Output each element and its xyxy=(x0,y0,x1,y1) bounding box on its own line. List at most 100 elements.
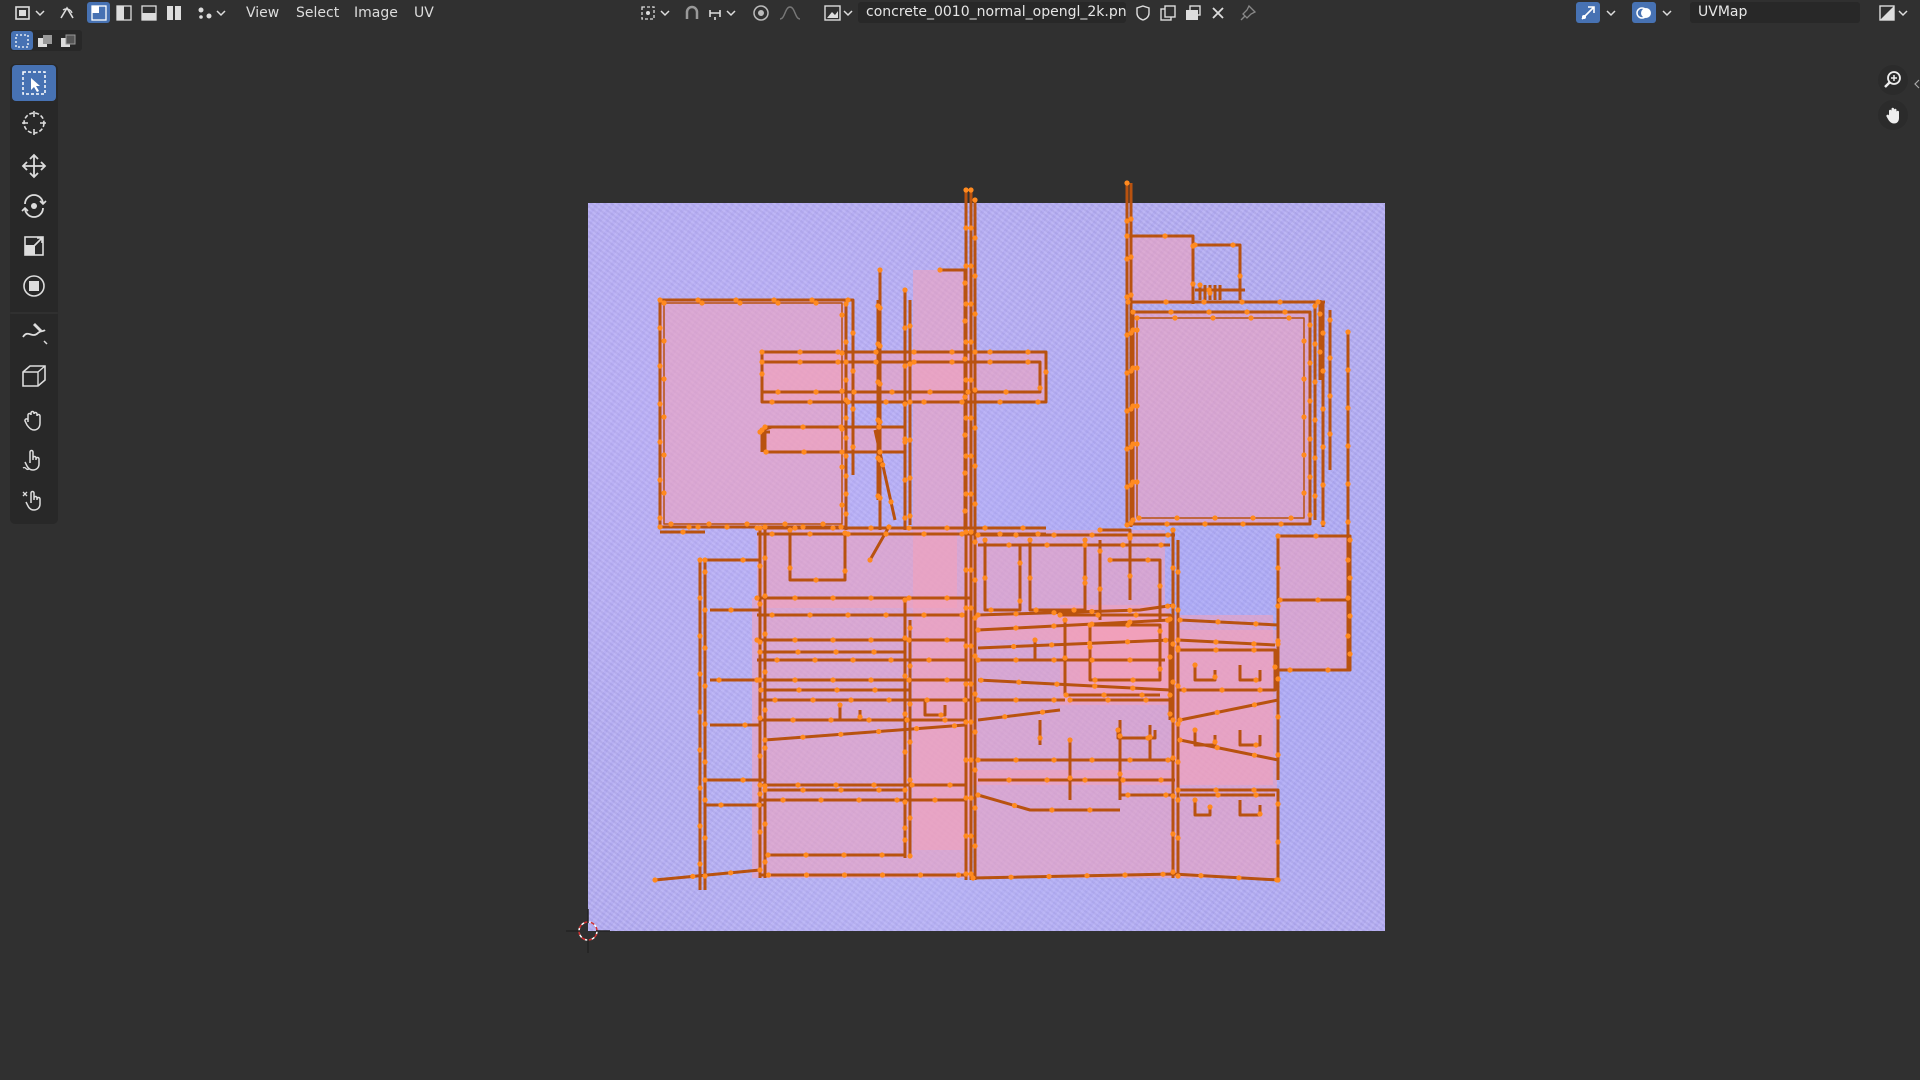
uv-vertex[interactable] xyxy=(759,359,765,365)
uv-vertex[interactable] xyxy=(932,797,938,803)
uv-vertex[interactable] xyxy=(978,677,984,683)
uv-vertex[interactable] xyxy=(838,524,844,530)
uv-vertex[interactable] xyxy=(1130,677,1136,683)
uv-vertex[interactable] xyxy=(1037,735,1043,741)
uv-vertex[interactable] xyxy=(1125,639,1131,645)
uv-vertex[interactable] xyxy=(975,657,981,663)
uv-vertex[interactable] xyxy=(907,663,913,669)
uv-vertex[interactable] xyxy=(1175,637,1181,643)
uv-vertex[interactable] xyxy=(754,595,760,601)
uv-vertex[interactable] xyxy=(1115,727,1121,733)
uv-vertex[interactable] xyxy=(697,861,703,867)
uv-vertex[interactable] xyxy=(894,797,900,803)
uv-vertex[interactable] xyxy=(843,491,849,497)
uv-vertex[interactable] xyxy=(997,399,1003,405)
uv-vertex[interactable] xyxy=(963,871,969,877)
uv-vertex[interactable] xyxy=(962,280,968,286)
uv-vertex[interactable] xyxy=(1312,493,1318,499)
uv-vertex[interactable] xyxy=(1239,299,1245,305)
uv-vertex[interactable] xyxy=(937,267,943,273)
uv-vertex[interactable] xyxy=(1345,519,1351,525)
uv-vertex[interactable] xyxy=(1067,697,1073,703)
uv-vertex[interactable] xyxy=(1275,676,1281,682)
uv-vertex[interactable] xyxy=(972,235,978,241)
uv-vertex[interactable] xyxy=(848,697,854,703)
uv-vertex[interactable] xyxy=(1230,242,1236,248)
uv-vertex[interactable] xyxy=(1175,647,1181,653)
uv-vertex[interactable] xyxy=(1017,598,1023,604)
uv-vertex[interactable] xyxy=(843,397,849,403)
uv-vertex[interactable] xyxy=(792,595,798,601)
uv-vertex[interactable] xyxy=(1192,662,1198,668)
uv-vertex[interactable] xyxy=(1082,777,1088,783)
uv-vertex[interactable] xyxy=(839,502,845,508)
uv-vertex[interactable] xyxy=(1097,548,1103,554)
uv-vertex[interactable] xyxy=(1170,793,1176,799)
uv-vertex[interactable] xyxy=(1202,521,1208,527)
uv-vertex[interactable] xyxy=(963,795,969,801)
uv-vertex[interactable] xyxy=(1170,565,1176,571)
uv-vertex[interactable] xyxy=(1051,623,1057,629)
uv-vertex[interactable] xyxy=(757,525,763,531)
uv-vertex[interactable] xyxy=(800,734,806,740)
uv-vertex[interactable] xyxy=(807,612,813,618)
uv-vertex[interactable] xyxy=(818,797,824,803)
uv-vertex[interactable] xyxy=(1158,542,1164,548)
uv-vertex[interactable] xyxy=(1049,807,1055,813)
uv-vertex[interactable] xyxy=(1120,542,1126,548)
uv-vertex[interactable] xyxy=(972,425,978,431)
uv-vertex[interactable] xyxy=(917,872,924,878)
uv-vertex[interactable] xyxy=(1307,322,1313,328)
uv-vertex[interactable] xyxy=(907,399,913,405)
uv-vertex[interactable] xyxy=(868,637,874,643)
uv-vertex[interactable] xyxy=(947,782,953,788)
uv-vertex[interactable] xyxy=(697,595,703,601)
uv-vertex[interactable] xyxy=(1307,512,1313,518)
uv-vertex[interactable] xyxy=(1160,871,1166,877)
uv-vertex[interactable] xyxy=(963,567,969,573)
uv-vertex[interactable] xyxy=(807,399,813,405)
uv-vertex[interactable] xyxy=(702,797,708,803)
uv-vertex[interactable] xyxy=(1219,687,1225,693)
uv-vertex[interactable] xyxy=(1325,667,1331,673)
uv-vertex[interactable] xyxy=(968,643,974,649)
uv-vertex[interactable] xyxy=(1124,180,1130,186)
uv-vertex[interactable] xyxy=(744,521,750,527)
uv-vertex[interactable] xyxy=(1134,441,1140,447)
uv-vertex[interactable] xyxy=(975,612,981,618)
uv-vertex[interactable] xyxy=(718,802,724,808)
uv-vertex[interactable] xyxy=(702,569,708,575)
uv-vertex[interactable] xyxy=(1082,537,1088,543)
uv-vertex[interactable] xyxy=(702,759,708,765)
uv-vertex[interactable] xyxy=(902,597,908,603)
uv-vertex[interactable] xyxy=(902,673,908,679)
uv-vertex[interactable] xyxy=(1097,586,1103,592)
uv-vertex[interactable] xyxy=(762,707,768,713)
uv-vertex[interactable] xyxy=(1044,542,1050,548)
uv-vertex[interactable] xyxy=(754,677,760,683)
uv-vertex[interactable] xyxy=(792,677,798,683)
uv-vertex[interactable] xyxy=(1175,683,1181,689)
uv-vertex[interactable] xyxy=(1130,517,1136,523)
uv-vertex[interactable] xyxy=(914,726,920,732)
uv-vertex[interactable] xyxy=(850,330,856,336)
uv-vertex[interactable] xyxy=(1251,647,1257,653)
uv-vertex[interactable] xyxy=(1275,877,1281,883)
uv-vertex[interactable] xyxy=(803,872,810,878)
uv-vertex[interactable] xyxy=(1177,617,1183,623)
uv-vertex[interactable] xyxy=(963,491,969,497)
uv-vertex[interactable] xyxy=(875,341,881,347)
uv-vertex[interactable] xyxy=(987,349,993,355)
uv-vertex[interactable] xyxy=(1201,299,1207,305)
uv-vertex[interactable] xyxy=(759,349,765,355)
uv-vertex[interactable] xyxy=(1307,474,1313,480)
uv-vertex[interactable] xyxy=(1044,777,1050,783)
uv-vertex[interactable] xyxy=(944,677,950,683)
uv-vertex[interactable] xyxy=(843,339,849,345)
uv-vertex[interactable] xyxy=(769,612,775,618)
uv-vertex[interactable] xyxy=(1275,801,1281,807)
uv-vertex[interactable] xyxy=(1082,542,1088,548)
uv-vertex[interactable] xyxy=(902,515,908,521)
uv-vertex[interactable] xyxy=(963,757,969,763)
uv-vertex[interactable] xyxy=(1063,692,1069,698)
